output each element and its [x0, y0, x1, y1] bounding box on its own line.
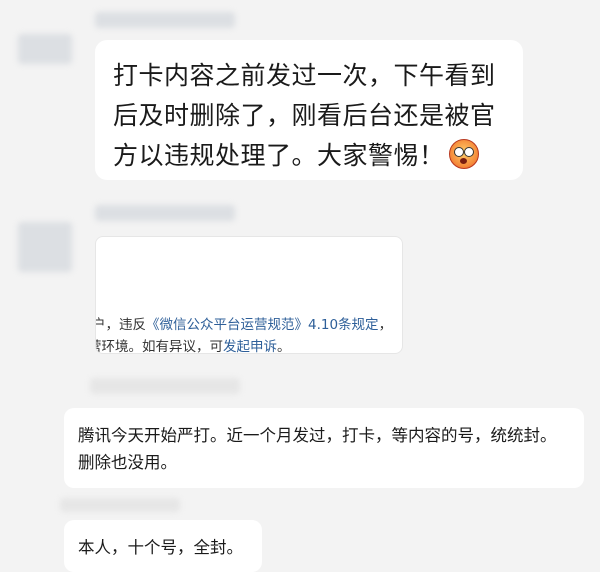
notice-text: 户，违反: [95, 317, 146, 333]
astonished-face-icon: [448, 139, 479, 169]
message-text-part: 方以违规处理了。大家警惕！: [113, 141, 445, 170]
violation-notice-card[interactable]: 户，违反《微信公众平台运营规范》4.10条规定， 营环境。如有异议，可发起申诉。: [95, 236, 403, 354]
sender-name-blurred: [90, 378, 240, 394]
notice-line: 营环境。如有异议，可发起申诉。: [95, 335, 291, 354]
message-bubble[interactable]: 腾讯今天开始严打。近一个月发过，打卡，等内容的号，统统封。 删除也没用。: [64, 408, 584, 488]
message-text: 腾讯今天开始严打。近一个月发过，打卡，等内容的号，统统封。: [78, 426, 557, 445]
notice-text: ，: [378, 317, 393, 333]
appeal-link[interactable]: 发起申诉: [223, 339, 277, 353]
avatar-blurred: [18, 222, 72, 272]
notice-text: 。: [277, 339, 291, 354]
sender-name-blurred: [95, 12, 235, 28]
sender-name-blurred: [95, 205, 235, 221]
message-bubble[interactable]: 打卡内容之前发过一次，下午看到 后及时删除了，刚看后台还是被官 方以违规处理了。…: [95, 40, 523, 180]
message-text: 后及时删除了，刚看后台还是被官: [113, 101, 496, 130]
notice-text: 营环境。如有异议，可: [95, 339, 223, 354]
chat-screen: 打卡内容之前发过一次，下午看到 后及时删除了，刚看后台还是被官 方以违规处理了。…: [0, 0, 600, 572]
policy-link[interactable]: 《微信公众平台运营规范》4.10条规定: [146, 317, 379, 333]
sender-name-blurred: [60, 498, 180, 512]
message-text: 方以违规处理了。大家警惕！: [113, 136, 505, 176]
message-text: 打卡内容之前发过一次，下午看到: [113, 61, 496, 90]
message-text: 删除也没用。: [78, 453, 177, 472]
message-bubble[interactable]: 本人，十个号，全封。: [64, 520, 262, 572]
avatar-blurred: [18, 34, 72, 64]
message-text: 本人，十个号，全封。: [78, 538, 243, 557]
notice-line: 户，违反《微信公众平台运营规范》4.10条规定，: [95, 313, 393, 333]
